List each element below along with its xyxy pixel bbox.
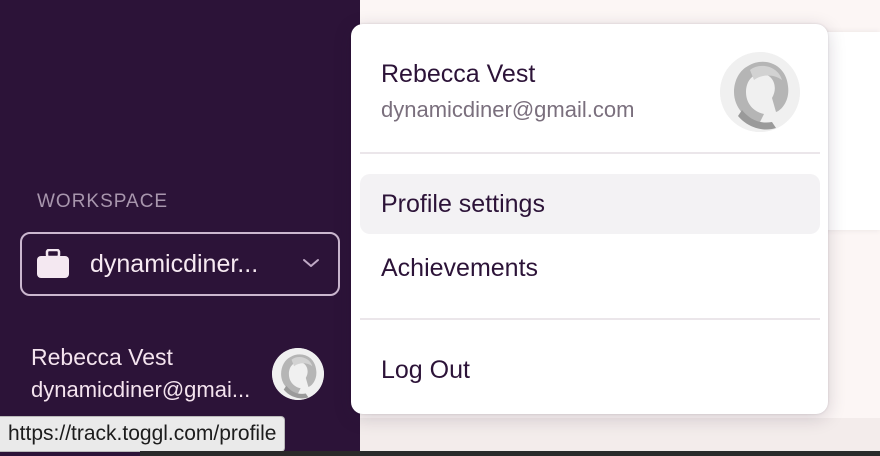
profile-menu: Rebecca Vest dynamicdiner@gmail.com Prof… — [351, 24, 828, 414]
window-bottom-edge — [140, 451, 880, 456]
sidebar-user-name[interactable]: Rebecca Vest — [31, 344, 173, 371]
menu-user-name: Rebecca Vest — [381, 60, 536, 88]
avatar[interactable] — [272, 348, 324, 400]
sidebar: WORKSPACE dynamicdiner... Rebecca Vest d… — [0, 0, 360, 456]
briefcase-icon — [36, 249, 70, 279]
avatar-placeholder-icon — [720, 52, 800, 132]
menu-user-email: dynamicdiner@gmail.com — [381, 97, 635, 122]
avatar-placeholder-icon — [272, 348, 324, 400]
menu-divider — [360, 152, 820, 154]
menu-divider — [360, 318, 820, 320]
chevron-down-icon — [302, 256, 320, 274]
workspace-name: dynamicdiner... — [90, 249, 259, 278]
link-url-tooltip: https://track.toggl.com/profile — [0, 416, 286, 452]
avatar — [720, 52, 800, 132]
sidebar-user-email[interactable]: dynamicdiner@gmai... — [31, 377, 269, 403]
workspace-selector[interactable]: dynamicdiner... — [20, 232, 340, 296]
menu-item-profile-settings[interactable]: Profile settings — [360, 174, 820, 234]
workspace-heading: WORKSPACE — [37, 191, 169, 212]
menu-item-log-out[interactable]: Log Out — [360, 340, 820, 400]
menu-item-achievements[interactable]: Achievements — [360, 238, 820, 298]
